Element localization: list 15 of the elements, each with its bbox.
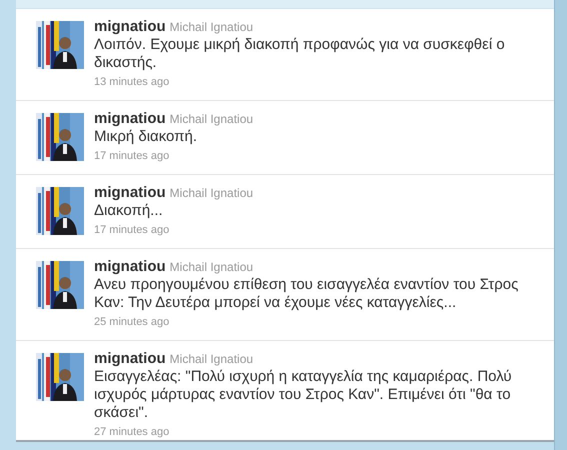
full-name: Michail Ignatiou <box>170 112 254 126</box>
username[interactable]: mignatiou <box>94 350 166 367</box>
username[interactable]: mignatiou <box>94 110 166 127</box>
username[interactable]: mignatiou <box>94 18 166 35</box>
tweet-text: Μικρή διακοπή. <box>94 128 198 146</box>
username[interactable]: mignatiou <box>94 258 166 275</box>
username[interactable]: mignatiou <box>94 184 166 201</box>
tweet-text: Διακοπή... <box>94 202 164 220</box>
tweet-text: Λοιπόν. Εχουμε μικρή διακοπή προφανώς για να συσκεφθεί ο δικαστής. <box>94 36 506 72</box>
full-name: Michail Ignatiou <box>170 186 254 200</box>
full-name: Michail Ignatiou <box>170 20 254 34</box>
full-name: Michail Ignatiou <box>170 352 254 366</box>
full-name: Michail Ignatiou <box>170 260 254 274</box>
tweet-text: Εισαγγελέας: "Πολύ ισχυρή η καταγγελία της καμαριέρας. Πολύ ισχυρός μάρτυρας εναντίον του Στρος Καν". Επιμένει ότι "θα το σκάσει". <box>94 368 513 422</box>
tweet-text: Ανευ προηγουμένου επίθεση του εισαγγελέα εναντίον του Στρος Καν: Την Δευτέρα μπορεί να έχουμε νέες καταγγελίες... <box>94 276 520 312</box>
